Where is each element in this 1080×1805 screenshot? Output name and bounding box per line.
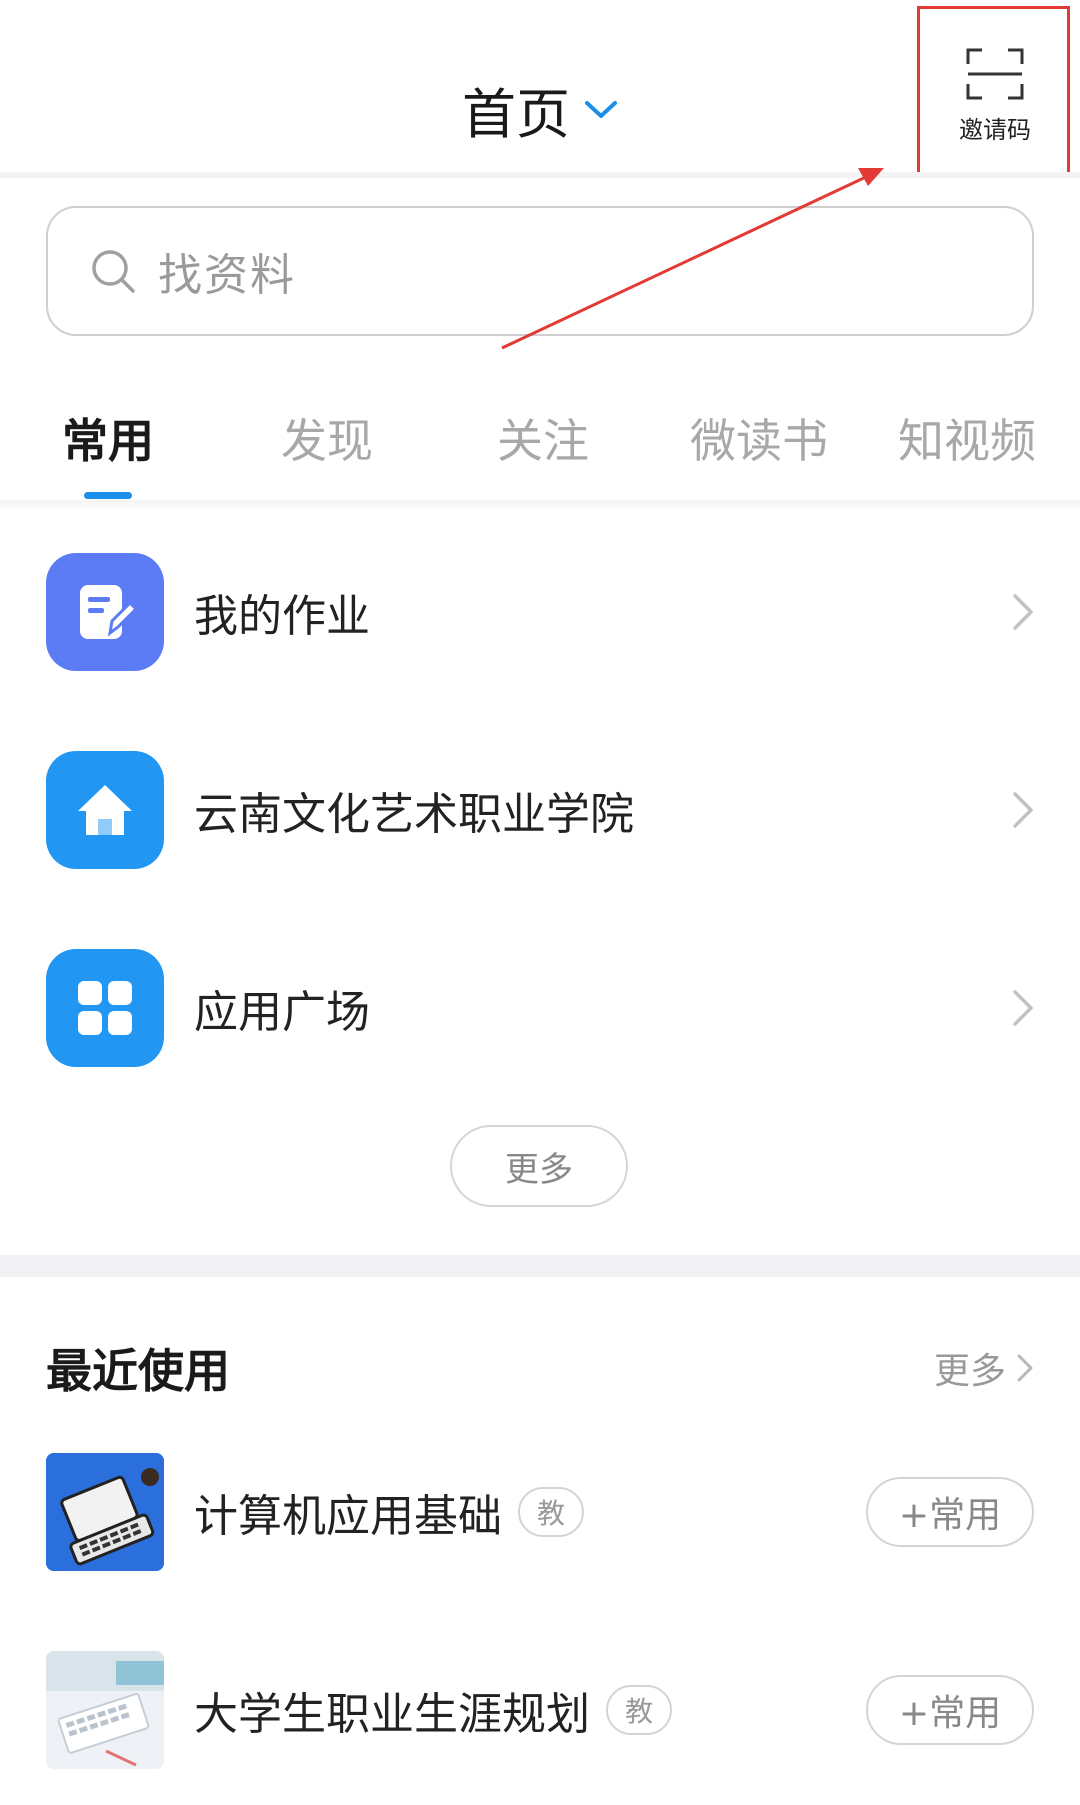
list-item-college[interactable]: 云南文化艺术职业学院	[0, 745, 1080, 875]
recent-more-label: 更多	[933, 1351, 1006, 1392]
tab-follow[interactable]: 关注	[489, 405, 597, 471]
tab-weread[interactable]: 微读书	[684, 405, 834, 471]
add-common-button[interactable]: +常用	[866, 1477, 1034, 1547]
homework-icon	[46, 553, 164, 671]
invite-code-button[interactable]: 邀请码	[930, 46, 1060, 145]
home-icon	[46, 751, 164, 869]
chevron-right-icon	[1013, 594, 1033, 630]
header-divider	[0, 172, 1080, 178]
section-divider	[0, 1255, 1080, 1277]
tab-common[interactable]: 常用	[54, 405, 162, 471]
course-name: 计算机应用基础	[194, 1491, 502, 1542]
chevron-right-icon	[1013, 792, 1033, 828]
scan-icon	[966, 48, 1024, 100]
course-thumbnail	[46, 1453, 164, 1571]
title-dropdown[interactable]: 首页	[462, 70, 618, 149]
add-common-button[interactable]: +常用	[866, 1675, 1034, 1745]
list-item-homework[interactable]: 我的作业	[0, 547, 1080, 677]
list-item-app-square[interactable]: 应用广场	[0, 943, 1080, 1073]
list-item-label: 云南文化艺术职业学院	[194, 789, 634, 840]
course-name: 大学生职业生涯规划	[194, 1689, 590, 1740]
chevron-down-icon	[585, 100, 617, 118]
course-thumbnail	[46, 1651, 164, 1769]
chevron-right-icon	[1017, 1354, 1033, 1382]
list-item-label: 我的作业	[194, 591, 370, 642]
more-button[interactable]: 更多	[450, 1125, 628, 1207]
recent-section-title: 最近使用	[46, 1344, 230, 1398]
app-grid-icon	[46, 949, 164, 1067]
course-item[interactable]: 大学生职业生涯规划 教 +常用	[0, 1650, 1080, 1770]
search-icon	[92, 250, 135, 293]
search-bar[interactable]: 找资料	[46, 206, 1034, 336]
tabs-divider	[0, 500, 1080, 512]
invite-code-label: 邀请码	[959, 116, 1031, 144]
tab-video[interactable]: 知视频	[892, 405, 1042, 471]
list-item-label: 应用广场	[194, 987, 370, 1038]
recent-more-link[interactable]: 更多	[934, 1342, 1034, 1394]
teacher-badge: 教	[518, 1487, 584, 1537]
page-title: 首页	[462, 83, 570, 146]
search-placeholder: 找资料	[158, 250, 296, 301]
teacher-badge: 教	[606, 1685, 672, 1735]
tab-indicator	[84, 492, 132, 499]
chevron-right-icon	[1013, 990, 1033, 1026]
tab-discover[interactable]: 发现	[273, 405, 381, 471]
course-item[interactable]: 计算机应用基础 教 +常用	[0, 1452, 1080, 1572]
